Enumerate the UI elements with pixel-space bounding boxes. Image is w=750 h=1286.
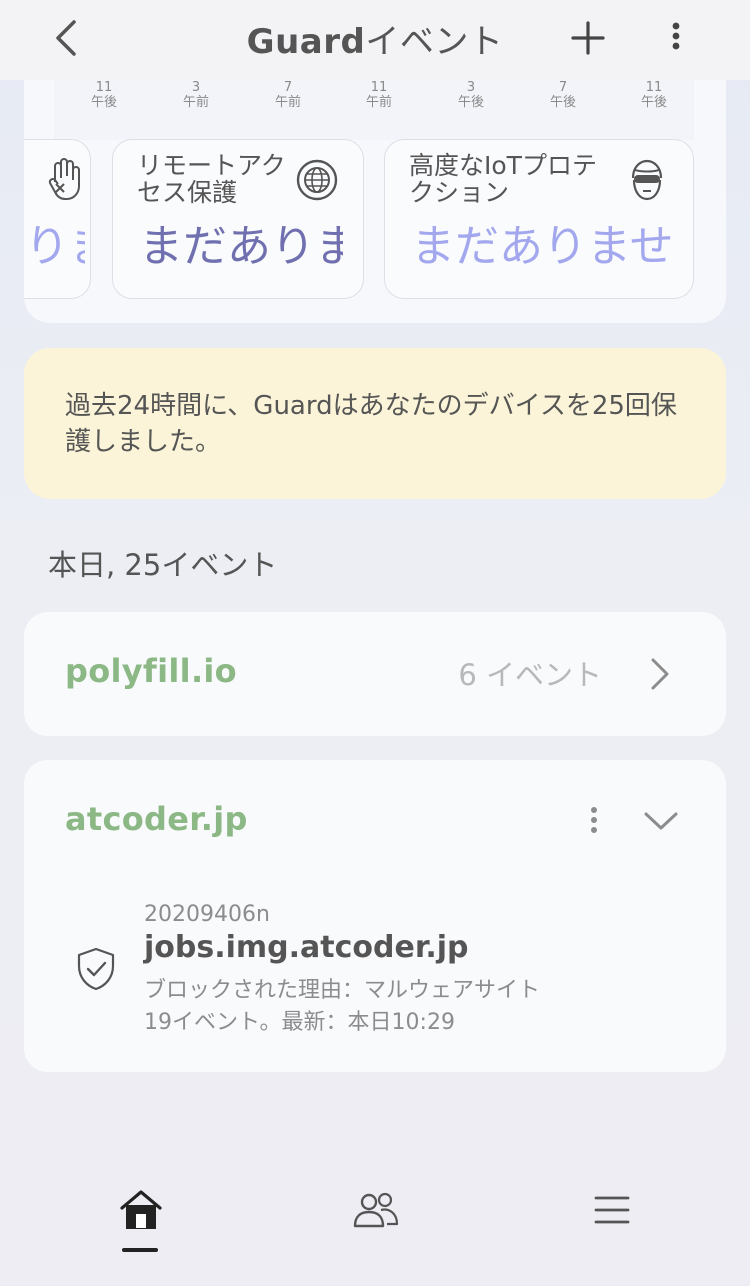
menu-icon[interactable] [586, 1188, 636, 1232]
active-tab-indicator [122, 1248, 158, 1252]
blocked-domain: jobs.img.atcoder.jp [144, 930, 469, 965]
shield-check-icon [77, 947, 115, 991]
more-options-icon[interactable] [662, 18, 690, 58]
protection-card-blocked[interactable]: りま [24, 139, 91, 299]
block-reason: ブロックされた理由：マルウェアサイト [144, 978, 541, 1003]
protection-value: まだありません [411, 222, 673, 272]
tick-label: 7 午前 [274, 80, 301, 110]
chevron-right-icon[interactable] [648, 656, 672, 692]
site-card-polyfill[interactable]: polyfill.io 6 イベント [24, 612, 726, 736]
tick-label: 3 午後 [457, 80, 484, 110]
event-summary: 19イベント。最新：本日10:29 [144, 1010, 455, 1035]
globe-icon [296, 159, 338, 201]
masked-face-icon [631, 159, 663, 201]
tick-label: 11 午後 [640, 80, 667, 110]
tick-label: 11 午後 [90, 80, 117, 110]
tick-label: 3 午前 [182, 80, 209, 110]
title-brand: Guard [246, 22, 366, 62]
protection-label: リモートアクセス保護 [137, 151, 286, 207]
site-name: polyfill.io [65, 652, 237, 690]
notice-text: 過去24時間に、Guardはあなたのデバイスを25回保護しました。 [65, 391, 677, 457]
add-icon[interactable] [570, 20, 606, 56]
today-summary: 本日, 25イベント [48, 548, 278, 582]
bottom-navigation [0, 1170, 750, 1286]
site-name: atcoder.jp [65, 800, 248, 838]
activity-card: 11午後 3午前 7午前 11午前 3午後 7午後 11午後 りま リモートアク… [24, 40, 726, 323]
tick-label: 11 午前 [365, 80, 392, 110]
site-card-atcoder[interactable]: atcoder.jp 20209406n jobs.img.atcoder.jp… [24, 760, 726, 1072]
protection-value: まだありま [139, 222, 343, 272]
people-icon[interactable] [351, 1188, 401, 1232]
hand-block-icon [48, 158, 80, 200]
more-options-icon[interactable] [580, 804, 608, 836]
protection-card-iot[interactable]: 高度なIoTプロテクション まだありません [384, 139, 694, 299]
device-name: 20209406n [144, 902, 270, 927]
protection-notice: 過去24時間に、Guardはあなたのデバイスを25回保護しました。 [24, 348, 726, 499]
protection-carousel[interactable]: りま リモートアクセス保護 まだありま 高度なIoTプロテクション [24, 139, 726, 299]
app-header: Guardイベント [0, 0, 750, 80]
page-title: Guardイベント [0, 14, 750, 63]
protection-value: りま [25, 222, 85, 272]
protection-card-remote-access[interactable]: リモートアクセス保護 まだありま [112, 139, 364, 299]
site-event-count: 6 イベント [458, 658, 602, 692]
home-icon[interactable] [116, 1188, 166, 1232]
title-rest: イベント [365, 22, 504, 62]
protection-label: 高度なIoTプロテクション [409, 151, 597, 207]
event-row[interactable]: 20209406n jobs.img.atcoder.jp ブロックされた理由：… [24, 898, 726, 1038]
chevron-down-icon[interactable] [642, 808, 680, 832]
tick-label: 7 午後 [549, 80, 576, 110]
